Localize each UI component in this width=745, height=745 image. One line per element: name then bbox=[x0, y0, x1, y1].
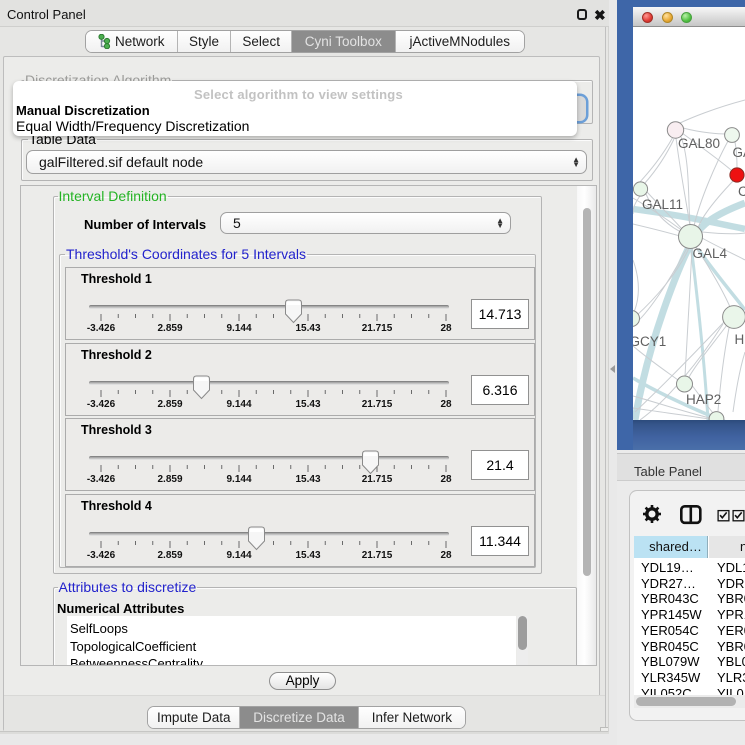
svg-text:H: H bbox=[735, 332, 745, 347]
svg-text:GAL11: GAL11 bbox=[642, 197, 683, 212]
svg-text:C: C bbox=[738, 184, 745, 199]
svg-text:GCY1: GCY1 bbox=[633, 334, 666, 349]
svg-text:HAP2: HAP2 bbox=[686, 392, 721, 407]
svg-text:GAL80: GAL80 bbox=[678, 136, 720, 151]
svg-text:GA: GA bbox=[733, 145, 745, 160]
svg-text:GAL4: GAL4 bbox=[693, 246, 728, 261]
